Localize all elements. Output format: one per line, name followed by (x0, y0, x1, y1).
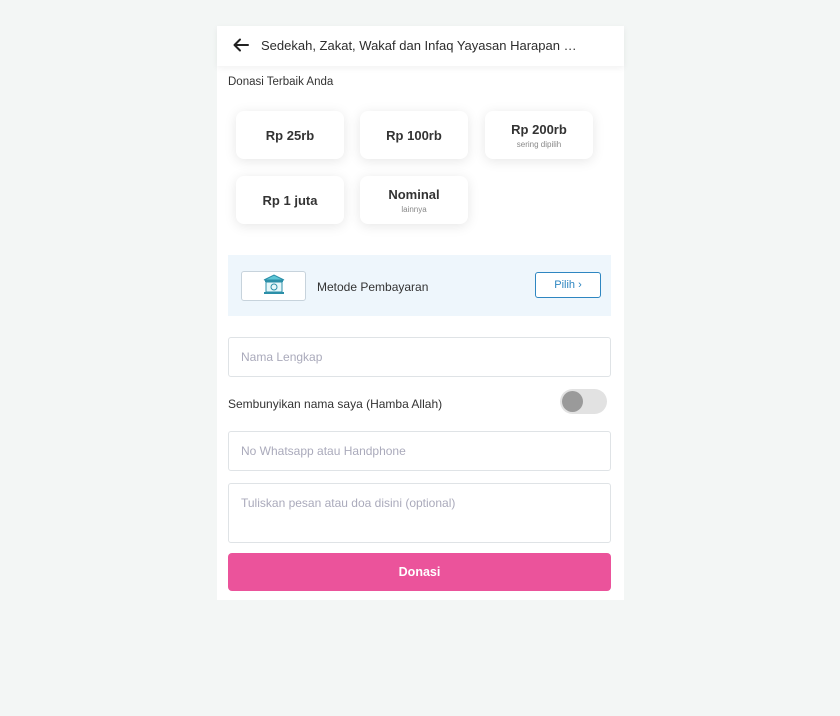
bank-icon (262, 273, 286, 300)
donate-button[interactable]: Donasi (228, 553, 611, 591)
amount-option-100rb[interactable]: Rp 100rb (360, 111, 468, 159)
amount-option-25rb[interactable]: Rp 25rb (236, 111, 344, 159)
payment-method-label: Metode Pembayaran (317, 280, 429, 294)
amount-option-200rb[interactable]: Rp 200rb sering dipilih (485, 111, 593, 159)
top-bar: Sedekah, Zakat, Wakaf dan Infaq Yayasan … (217, 26, 624, 66)
amount-value: Nominal (388, 186, 440, 202)
payment-method-panel: Metode Pembayaran Pilih › (228, 255, 611, 316)
amount-value: Rp 100rb (386, 127, 442, 143)
choose-payment-button[interactable]: Pilih › (535, 272, 601, 298)
full-name-field[interactable]: Nama Lengkap (228, 337, 611, 377)
donation-page: Sedekah, Zakat, Wakaf dan Infaq Yayasan … (217, 26, 624, 600)
amount-hint: sering dipilih (516, 139, 562, 149)
payment-icon-box (241, 271, 306, 301)
back-arrow-icon[interactable] (231, 35, 251, 55)
amount-option-1juta[interactable]: Rp 1 juta (236, 176, 344, 224)
amount-value: Rp 25rb (265, 127, 315, 143)
amount-hint: lainnya (401, 204, 427, 214)
donation-section-label: Donasi Terbaik Anda (228, 76, 334, 88)
amount-option-custom[interactable]: Nominal lainnya (360, 176, 468, 224)
hide-name-label: Sembunyikan nama saya (Hamba Allah) (228, 397, 443, 411)
phone-field[interactable]: No Whatsapp atau Handphone (228, 431, 611, 471)
amount-value: Rp 1 juta (262, 192, 318, 208)
message-field[interactable]: Tuliskan pesan atau doa disini (optional… (228, 483, 611, 543)
toggle-knob (562, 391, 583, 412)
amount-value: Rp 200rb (511, 121, 567, 137)
page-title: Sedekah, Zakat, Wakaf dan Infaq Yayasan … (261, 38, 581, 53)
hide-name-toggle[interactable] (560, 389, 607, 414)
